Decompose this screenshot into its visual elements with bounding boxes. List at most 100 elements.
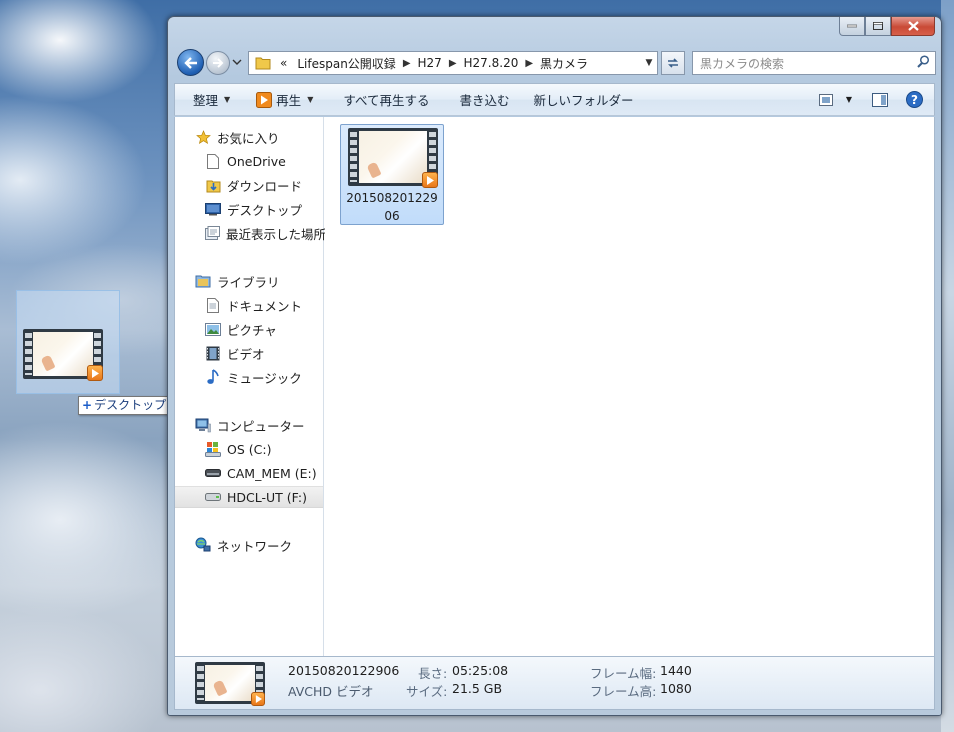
windows-drive-icon	[205, 441, 221, 457]
breadcrumb-separator-icon[interactable]: ▶	[447, 58, 459, 69]
nav-pictures[interactable]: ピクチャ	[175, 318, 323, 340]
details-length-label: 長さ:	[418, 666, 448, 681]
breadcrumb-current-folder[interactable]: 黒カメラ	[535, 55, 593, 72]
help-icon: ?	[905, 91, 923, 108]
breadcrumb-h27-8-20[interactable]: H27.8.20	[459, 56, 524, 70]
nav-documents[interactable]: ドキュメント	[175, 294, 323, 316]
help-button[interactable]: ?	[900, 89, 928, 111]
chevron-down-icon: ▼	[307, 95, 314, 104]
search-placeholder: 黒カメラの検索	[700, 56, 785, 71]
play-icon	[87, 365, 103, 381]
nav-videos-label: ビデオ	[227, 346, 265, 362]
nav-network[interactable]: ネットワーク	[175, 534, 323, 556]
nav-videos[interactable]: ビデオ	[175, 342, 323, 364]
folder-icon	[255, 56, 271, 70]
nav-drive-c[interactable]: OS (C:)	[175, 438, 323, 460]
details-filename: 20150820122906	[288, 663, 400, 678]
close-icon	[907, 21, 919, 31]
change-view-button[interactable]	[812, 89, 840, 111]
details-frame-height-label: フレーム高:	[590, 684, 657, 699]
recent-pages-button[interactable]	[232, 56, 244, 68]
chevron-down-icon: ▼	[845, 95, 853, 104]
nav-music[interactable]: ミュージック	[175, 366, 323, 388]
details-size-label: サイズ:	[406, 684, 448, 699]
nav-computer[interactable]: コンピューター	[175, 414, 323, 436]
play-icon	[256, 91, 273, 108]
organize-button[interactable]: 整理 ▼	[175, 84, 242, 115]
play-all-label: すべて再生する	[343, 93, 430, 108]
caption-buttons	[839, 17, 935, 37]
nav-drive-f[interactable]: HDCL-UT (F:)	[175, 486, 323, 508]
download-folder-icon	[205, 177, 221, 193]
navigation-pane: お気に入り OneDrive ダウンロード デスクトップ 最近表示した場所 ライ…	[175, 117, 326, 656]
desktop-icon	[205, 201, 221, 217]
forward-button[interactable]	[206, 51, 230, 75]
computer-icon	[195, 417, 211, 433]
nav-pictures-label: ピクチャ	[227, 322, 277, 338]
address-dropdown-icon[interactable]: ▼	[641, 58, 657, 68]
file-item[interactable]: 20150820122906	[340, 124, 444, 225]
maximize-button[interactable]	[865, 17, 891, 36]
preview-pane-button[interactable]	[866, 89, 894, 111]
library-icon	[195, 273, 211, 289]
view-icon	[819, 93, 833, 106]
content-area: お気に入り OneDrive ダウンロード デスクトップ 最近表示した場所 ライ…	[174, 117, 935, 656]
new-folder-label: 新しいフォルダー	[533, 93, 634, 108]
nav-recent-places[interactable]: 最近表示した場所	[175, 222, 326, 244]
refresh-button[interactable]	[661, 51, 685, 75]
nav-libraries[interactable]: ライブラリ	[175, 270, 323, 292]
nav-onedrive-label: OneDrive	[227, 153, 286, 169]
file-list[interactable]: 20150820122906	[325, 117, 934, 656]
music-note-icon	[205, 369, 221, 385]
nav-downloads[interactable]: ダウンロード	[175, 174, 323, 196]
details-length-value: 05:25:08	[452, 663, 509, 678]
address-bar[interactable]: « Lifespan公開収録 ▶ H27 ▶ H27.8.20 ▶ 黒カメラ ▼	[248, 51, 658, 75]
nav-drive-f-label: HDCL-UT (F:)	[227, 489, 307, 505]
svg-text:?: ?	[911, 93, 918, 107]
chevron-down-icon	[232, 59, 242, 65]
nav-music-label: ミュージック	[227, 370, 302, 386]
breadcrumb-overflow[interactable]: «	[275, 56, 292, 70]
breadcrumb-separator-icon[interactable]: ▶	[401, 58, 413, 69]
play-icon	[422, 172, 438, 188]
star-icon	[195, 129, 211, 145]
pictures-icon	[205, 321, 221, 337]
explorer-window: « Lifespan公開収録 ▶ H27 ▶ H27.8.20 ▶ 黒カメラ ▼…	[167, 16, 942, 716]
search-icon[interactable]	[917, 55, 930, 71]
nav-desktop[interactable]: デスクトップ	[175, 198, 323, 220]
play-all-button[interactable]: すべて再生する	[325, 84, 441, 115]
minimize-icon	[847, 24, 857, 28]
view-controls: ▼ ?	[812, 89, 934, 111]
breadcrumb-h27[interactable]: H27	[413, 56, 447, 70]
nav-desktop-label: デスクトップ	[227, 202, 303, 218]
back-button[interactable]	[177, 49, 204, 76]
search-box[interactable]: 黒カメラの検索	[692, 51, 936, 75]
breadcrumb-lifespan[interactable]: Lifespan公開収録	[292, 55, 400, 72]
back-arrow-icon	[183, 56, 197, 69]
video-thumbnail	[348, 128, 438, 188]
nav-onedrive[interactable]: OneDrive	[175, 150, 323, 172]
nav-drive-c-label: OS (C:)	[227, 441, 272, 457]
breadcrumb-separator-icon[interactable]: ▶	[523, 58, 535, 69]
nav-drive-e[interactable]: CAM_MEM (E:)	[175, 462, 323, 484]
details-file-type: AVCHD ビデオ	[288, 684, 374, 699]
navigation-bar: « Lifespan公開収録 ▶ H27 ▶ H27.8.20 ▶ 黒カメラ ▼…	[174, 48, 936, 76]
burn-button[interactable]: 書き込む	[441, 84, 521, 115]
nav-favorites[interactable]: お気に入り	[175, 126, 323, 148]
documents-icon	[205, 297, 221, 313]
nav-drive-e-label: CAM_MEM (E:)	[227, 465, 317, 481]
nav-favorites-label: お気に入り	[217, 130, 280, 146]
details-pane: 20150820122906 AVCHD ビデオ 長さ: 05:25:08 サイ…	[174, 656, 935, 710]
nav-network-label: ネットワーク	[217, 538, 293, 554]
play-button[interactable]: 再生 ▼	[242, 84, 325, 115]
nav-downloads-label: ダウンロード	[227, 178, 303, 194]
desktop-edge	[941, 0, 954, 732]
details-video-thumbnail	[195, 662, 265, 706]
removable-drive-icon	[205, 465, 221, 481]
new-folder-button[interactable]: 新しいフォルダー	[522, 84, 646, 115]
document-icon	[205, 153, 221, 169]
details-size-value: 21.5 GB	[452, 681, 503, 696]
close-button[interactable]	[891, 17, 935, 36]
view-options-dropdown[interactable]: ▼	[840, 89, 858, 111]
minimize-button[interactable]	[839, 17, 865, 36]
